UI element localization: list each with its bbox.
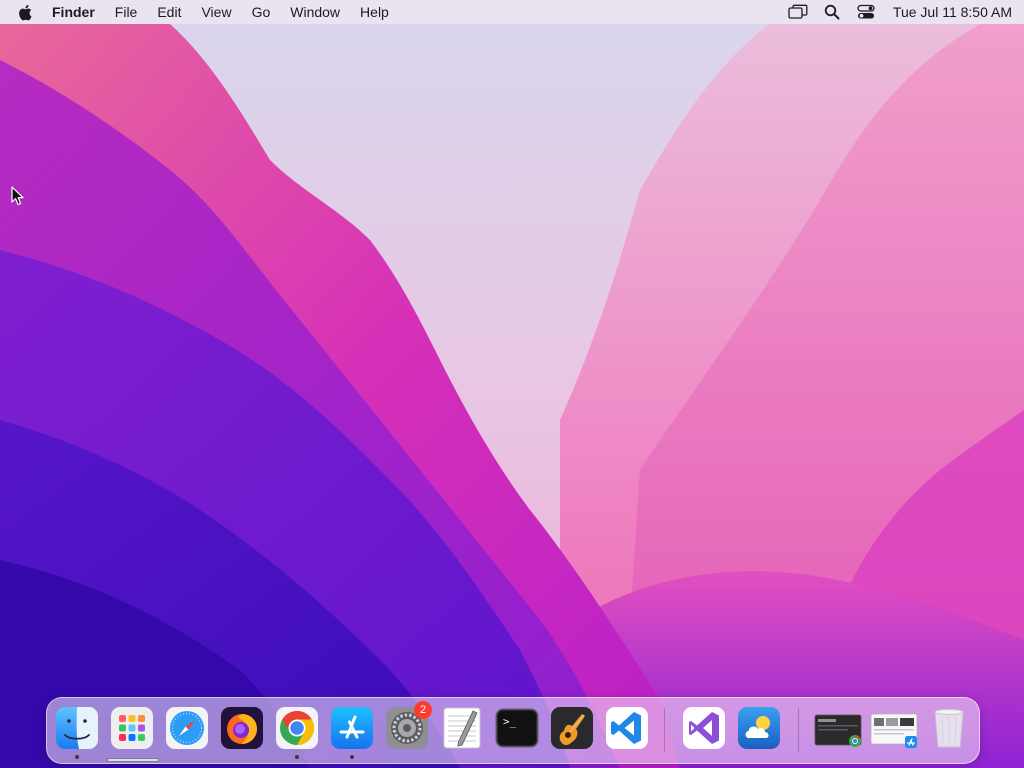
dock-item-firefox[interactable]	[220, 706, 264, 750]
dock-item-system-preferences[interactable]: 2	[385, 701, 432, 750]
dock-item-textedit[interactable]	[440, 706, 484, 750]
chrome-icon	[276, 707, 318, 749]
terminal-icon: >_	[495, 708, 539, 748]
textedit-icon	[443, 707, 481, 749]
dock-item-safari[interactable]	[165, 706, 209, 750]
dock-item-trash[interactable]	[927, 706, 971, 750]
dock-item-recent-window-2[interactable]	[870, 706, 920, 750]
desktop-wallpaper	[0, 0, 1024, 768]
dock-item-vscode[interactable]	[605, 706, 649, 750]
dock-item-weather[interactable]	[737, 706, 781, 750]
dock-item-terminal[interactable]: >_	[495, 706, 539, 750]
launch-progress-indicator	[107, 758, 159, 762]
dock-separator	[664, 708, 665, 752]
svg-text:>_: >_	[503, 715, 517, 728]
firefox-icon	[221, 707, 263, 749]
trash-icon	[934, 709, 964, 748]
running-indicator	[295, 755, 299, 759]
dock-item-visual-studio[interactable]	[682, 706, 726, 750]
garageband-icon	[551, 707, 593, 749]
weather-icon	[738, 707, 780, 749]
apple-menu-icon[interactable]	[18, 3, 34, 21]
dock-item-garageband[interactable]	[550, 706, 594, 750]
window-thumbnail-icon	[870, 713, 918, 748]
dock-item-chrome[interactable]	[275, 706, 319, 750]
menu-edit[interactable]: Edit	[147, 0, 191, 24]
menu-window[interactable]: Window	[280, 0, 350, 24]
launchpad-icon	[111, 707, 153, 749]
menu-view[interactable]: View	[191, 0, 241, 24]
menubar-clock[interactable]: Tue Jul 11 8:50 AM	[893, 0, 1012, 24]
running-indicator	[75, 755, 79, 759]
dock-item-recent-window-1[interactable]	[814, 706, 864, 750]
control-center-icon[interactable]	[856, 2, 876, 22]
app-store-icon	[331, 707, 373, 749]
screen-mirroring-icon[interactable]	[788, 2, 808, 22]
menu-help[interactable]: Help	[350, 0, 399, 24]
menu-file[interactable]: File	[105, 0, 148, 24]
app-menu-finder[interactable]: Finder	[42, 0, 105, 24]
menu-bar: Finder File Edit View Go Window Help Tue…	[0, 0, 1024, 24]
dock-item-app-store[interactable]	[330, 706, 374, 750]
notification-badge: 2	[414, 701, 432, 719]
dock: 2 >_	[46, 697, 980, 764]
spotlight-search-icon[interactable]	[822, 2, 842, 22]
vscode-icon	[606, 707, 648, 749]
dock-item-launchpad[interactable]	[110, 706, 154, 750]
safari-icon	[166, 707, 208, 749]
dock-separator	[798, 708, 799, 752]
menu-go[interactable]: Go	[242, 0, 281, 24]
visual-studio-icon	[683, 707, 725, 749]
dock-item-finder[interactable]	[55, 706, 99, 750]
finder-icon	[56, 707, 98, 749]
window-thumbnail-icon	[814, 714, 862, 747]
mouse-cursor-icon	[11, 186, 24, 206]
running-indicator	[350, 755, 354, 759]
